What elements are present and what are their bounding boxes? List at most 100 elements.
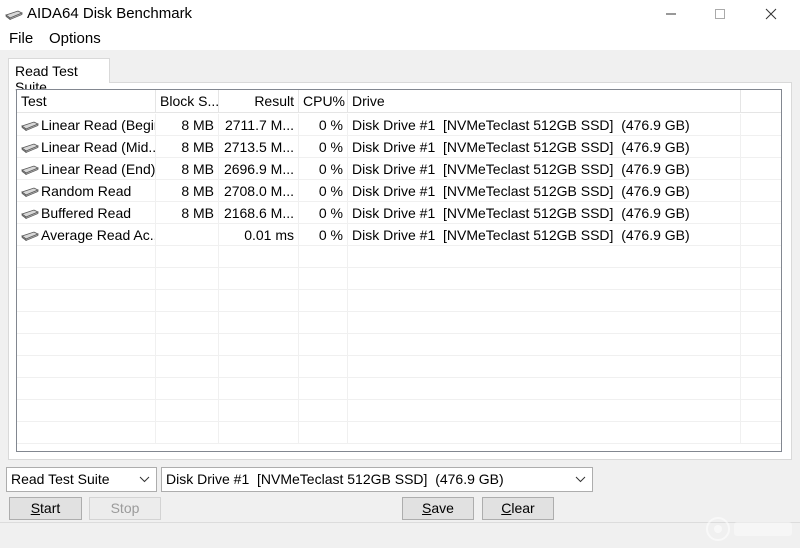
stop-button[interactable]: Stop bbox=[89, 497, 161, 520]
cell-cpu bbox=[299, 378, 348, 400]
cell-drive: Disk Drive #1 [NVMeTeclast 512GB SSD] (4… bbox=[348, 158, 741, 180]
cell-test: Linear Read (Mid... bbox=[17, 136, 156, 158]
cell-cpu bbox=[299, 422, 348, 444]
cell-block bbox=[156, 224, 219, 246]
cell-drive: Disk Drive #1 [NVMeTeclast 512GB SSD] (4… bbox=[348, 202, 741, 224]
cell-result bbox=[219, 378, 299, 400]
suite-select[interactable]: Read Test Suite bbox=[6, 467, 157, 492]
cell-text: 0 % bbox=[318, 161, 343, 177]
cell-drive bbox=[348, 378, 741, 400]
cell-text: 2168.6 M... bbox=[223, 205, 294, 221]
cell-cpu: 0 % bbox=[299, 202, 348, 224]
cell-text: 8 MB bbox=[181, 161, 214, 177]
cell-block bbox=[156, 334, 219, 356]
start-button[interactable]: Start bbox=[9, 497, 82, 520]
cell-result bbox=[219, 356, 299, 378]
cell-text: 0 % bbox=[318, 183, 343, 199]
cell-result: 2711.7 M... bbox=[219, 114, 299, 136]
cell-text: 8 MB bbox=[181, 183, 214, 199]
clear-button[interactable]: Clear bbox=[482, 497, 554, 520]
cell-text: Disk Drive #1 [NVMeTeclast 512GB SSD] (4… bbox=[352, 183, 690, 199]
cell-spacer bbox=[741, 400, 781, 422]
drive-select[interactable]: Disk Drive #1 [NVMeTeclast 512GB SSD] (4… bbox=[161, 467, 593, 492]
cell-text: Disk Drive #1 [NVMeTeclast 512GB SSD] (4… bbox=[352, 139, 690, 155]
title-bar[interactable]: AIDA64 Disk Benchmark bbox=[0, 0, 800, 28]
cell-result: 0.01 ms bbox=[219, 224, 299, 246]
maximize-icon bbox=[715, 9, 725, 19]
disk-drive-icon bbox=[21, 225, 39, 245]
cell-test: Linear Read (Begin) bbox=[17, 114, 156, 136]
disk-drive-icon bbox=[21, 203, 39, 223]
cell-test: Buffered Read bbox=[17, 202, 156, 224]
save-button[interactable]: Save bbox=[402, 497, 474, 520]
cell-cpu bbox=[299, 334, 348, 356]
cell-spacer bbox=[741, 334, 781, 356]
cell-cpu bbox=[299, 400, 348, 422]
table-row bbox=[17, 400, 781, 422]
cell-result: 2713.5 M... bbox=[219, 136, 299, 158]
cell-result bbox=[219, 290, 299, 312]
disk-drive-icon bbox=[21, 137, 39, 157]
cell-test bbox=[17, 268, 156, 290]
cell-block bbox=[156, 356, 219, 378]
chevron-down-icon bbox=[575, 468, 586, 491]
cell-cpu: 0 % bbox=[299, 224, 348, 246]
cell-result bbox=[219, 312, 299, 334]
header-cpu[interactable]: CPU% bbox=[299, 90, 348, 113]
cell-result: 2696.9 M... bbox=[219, 158, 299, 180]
cell-block bbox=[156, 246, 219, 268]
cell-test: Linear Read (End) bbox=[17, 158, 156, 180]
table-row[interactable]: Average Read Ac... 0.01 ms 0 % Disk Drive #… bbox=[17, 224, 781, 246]
watermark-logo bbox=[706, 517, 792, 541]
results-list[interactable]: Test Block S... Result CPU% Drive Linear… bbox=[16, 89, 782, 452]
table-row[interactable]: Buffered Read 8 MB 2168.6 M... 0 % Disk Driv… bbox=[17, 202, 781, 224]
disk-drive-icon bbox=[21, 159, 39, 179]
cell-block bbox=[156, 312, 219, 334]
cell-result: 2168.6 M... bbox=[219, 202, 299, 224]
chevron-down-icon bbox=[139, 468, 150, 491]
cell-spacer bbox=[741, 246, 781, 268]
cell-block: 8 MB bbox=[156, 158, 219, 180]
cell-text: Disk Drive #1 [NVMeTeclast 512GB SSD] (4… bbox=[352, 205, 690, 221]
header-block-size[interactable]: Block S... bbox=[156, 90, 219, 113]
minimize-button[interactable] bbox=[648, 0, 694, 28]
table-row bbox=[17, 290, 781, 312]
cell-cpu bbox=[299, 356, 348, 378]
table-row[interactable]: Linear Read (Begin) 8 MB 2711.7 M... 0 % Dis… bbox=[17, 114, 781, 136]
table-row[interactable]: Linear Read (Mid... 8 MB 2713.5 M... 0 % Dis… bbox=[17, 136, 781, 158]
cell-text: Disk Drive #1 [NVMeTeclast 512GB SSD] (4… bbox=[352, 227, 690, 243]
suite-select-value: Read Test Suite bbox=[11, 471, 110, 487]
cell-drive: Disk Drive #1 [NVMeTeclast 512GB SSD] (4… bbox=[348, 136, 741, 158]
cell-block: 8 MB bbox=[156, 114, 219, 136]
cell-drive: Disk Drive #1 [NVMeTeclast 512GB SSD] (4… bbox=[348, 224, 741, 246]
close-button[interactable] bbox=[748, 0, 794, 28]
cell-test bbox=[17, 246, 156, 268]
cell-spacer bbox=[741, 114, 781, 136]
cell-result bbox=[219, 422, 299, 444]
tab-read-test-suite[interactable]: Read Test Suite bbox=[8, 58, 110, 95]
menu-file[interactable]: File bbox=[9, 30, 33, 47]
disk-drive-icon bbox=[21, 115, 39, 135]
table-row bbox=[17, 268, 781, 290]
menu-options[interactable]: Options bbox=[49, 30, 101, 47]
header-test[interactable]: Test bbox=[17, 90, 156, 113]
table-row[interactable]: Linear Read (End) 8 MB 2696.9 M... 0 % Disk … bbox=[17, 158, 781, 180]
menu-bar: File Options bbox=[0, 28, 800, 50]
cell-drive bbox=[348, 356, 741, 378]
header-drive[interactable]: Drive bbox=[348, 90, 741, 113]
cell-drive bbox=[348, 334, 741, 356]
disk-drive-icon bbox=[5, 10, 23, 20]
table-row[interactable]: Random Read 8 MB 2708.0 M... 0 % Disk Drive … bbox=[17, 180, 781, 202]
cell-result bbox=[219, 246, 299, 268]
cell-spacer bbox=[741, 180, 781, 202]
maximize-button[interactable] bbox=[697, 0, 743, 28]
cell-spacer bbox=[741, 158, 781, 180]
cell-text: 2711.7 M... bbox=[224, 117, 294, 133]
cell-drive bbox=[348, 246, 741, 268]
cell-test bbox=[17, 334, 156, 356]
header-result[interactable]: Result bbox=[219, 90, 299, 113]
cell-drive bbox=[348, 400, 741, 422]
cell-spacer bbox=[741, 378, 781, 400]
cell-drive bbox=[348, 312, 741, 334]
header-spacer bbox=[741, 90, 781, 113]
